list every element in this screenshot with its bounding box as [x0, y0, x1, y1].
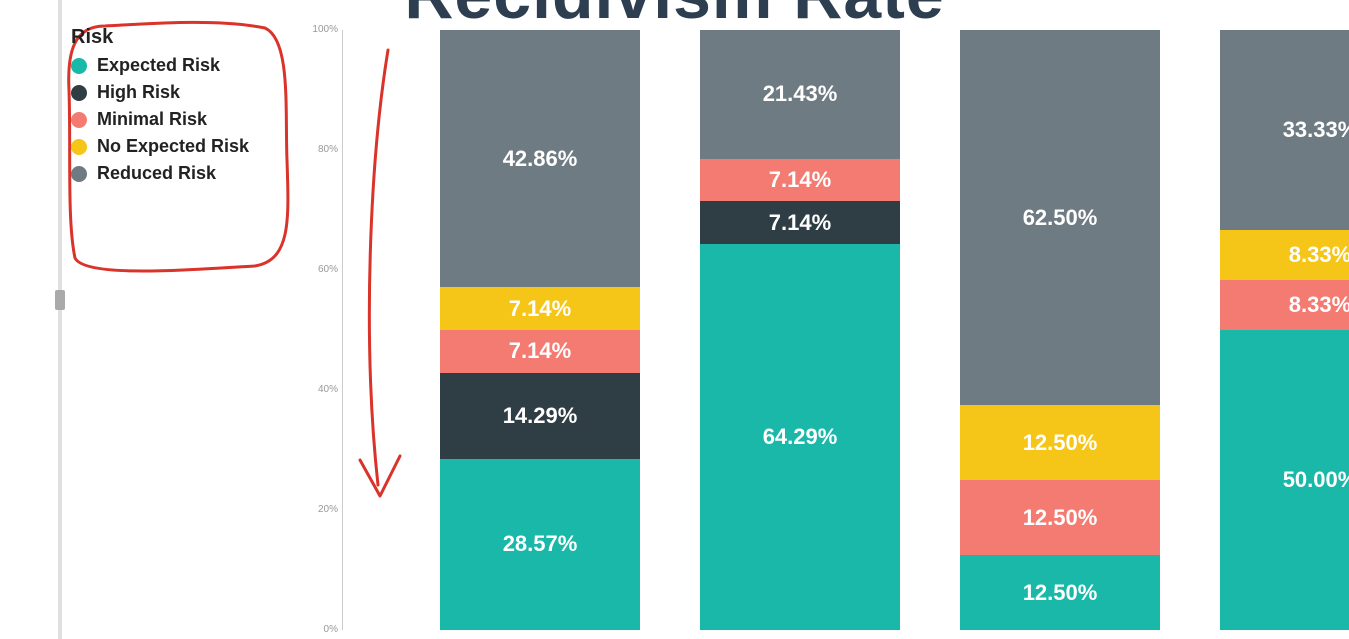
bar-segment-high-risk[interactable]: 14.29% [440, 373, 640, 459]
bar-column: 12.50% 12.50% 12.50% 62.50% [960, 30, 1160, 630]
y-axis-tick: 20% [300, 504, 338, 515]
bar-segment-label: 8.33% [1289, 242, 1349, 268]
bar-segment-label: 14.29% [503, 403, 578, 429]
y-axis-line [342, 30, 343, 630]
bar-segment-minimal-risk[interactable]: 7.14% [700, 159, 900, 202]
bar-segment-label: 33.33% [1283, 117, 1349, 143]
bar-segment-expected-risk[interactable]: 28.57% [440, 459, 640, 630]
bar-segment-label: 28.57% [503, 531, 578, 557]
bar-segment-label: 42.86% [503, 146, 578, 172]
legend-swatch-icon [71, 139, 87, 155]
bar-segment-label: 7.14% [769, 210, 831, 236]
legend-item-minimal-risk[interactable]: Minimal Risk [71, 109, 249, 130]
legend-swatch-icon [71, 166, 87, 182]
bar-segment-minimal-risk[interactable]: 12.50% [960, 480, 1160, 555]
bar-segment-label: 62.50% [1023, 205, 1098, 231]
legend-item-high-risk[interactable]: High Risk [71, 82, 249, 103]
bar-segment-label: 12.50% [1023, 505, 1098, 531]
legend-label: No Expected Risk [97, 136, 249, 157]
legend-container: Risk Expected Risk High Risk Minimal Risk N… [65, 20, 295, 275]
bar-segment-expected-risk[interactable]: 12.50% [960, 555, 1160, 630]
bar-segment-reduced-risk[interactable]: 33.33% [1220, 30, 1349, 230]
legend-label: Expected Risk [97, 55, 220, 76]
bar-segment-label: 64.29% [763, 424, 838, 450]
bar-segment-label: 50.00% [1283, 467, 1349, 493]
bar-segment-label: 7.14% [509, 338, 571, 364]
legend-label: Minimal Risk [97, 109, 207, 130]
bar-column: 50.00% 8.33% 8.33% 33.33% [1220, 30, 1349, 630]
bar-segment-label: 21.43% [763, 81, 838, 107]
bar-segment-label: 12.50% [1023, 430, 1098, 456]
y-axis-tick: 40% [300, 384, 338, 395]
y-axis-tick: 80% [300, 144, 338, 155]
bar-segment-high-risk[interactable]: 7.14% [700, 201, 900, 244]
bar-segment-label: 12.50% [1023, 580, 1098, 606]
bar-segment-expected-risk[interactable]: 64.29% [700, 244, 900, 630]
legend-swatch-icon [71, 85, 87, 101]
legend-item-reduced-risk[interactable]: Reduced Risk [71, 163, 249, 184]
y-axis-tick: 0% [300, 624, 338, 635]
bar-segment-no-expected-risk[interactable]: 7.14% [440, 287, 640, 330]
legend-label: Reduced Risk [97, 163, 216, 184]
bar-segment-label: 7.14% [509, 296, 571, 322]
bar-column: 64.29% 7.14% 7.14% 21.43% [700, 30, 900, 630]
bar-segment-no-expected-risk[interactable]: 8.33% [1220, 230, 1349, 280]
bar-segment-reduced-risk[interactable]: 62.50% [960, 30, 1160, 405]
bar-segment-minimal-risk[interactable]: 8.33% [1220, 280, 1349, 330]
bar-segment-label: 7.14% [769, 167, 831, 193]
bar-segment-reduced-risk[interactable]: 21.43% [700, 30, 900, 159]
legend: Risk Expected Risk High Risk Minimal Risk N… [71, 26, 249, 190]
bar-segment-no-expected-risk[interactable]: 12.50% [960, 405, 1160, 480]
bar-segment-label: 8.33% [1289, 292, 1349, 318]
splitter-handle[interactable] [55, 290, 65, 310]
vertical-divider [58, 0, 62, 639]
legend-label: High Risk [97, 82, 180, 103]
legend-item-no-expected-risk[interactable]: No Expected Risk [71, 136, 249, 157]
y-axis-tick: 100% [300, 24, 338, 35]
bar-segment-minimal-risk[interactable]: 7.14% [440, 330, 640, 373]
y-axis-tick: 60% [300, 264, 338, 275]
stacked-bar-chart: 0%20%40%60%80%100% 28.57%14.29%7.14%7.14… [300, 30, 1349, 630]
bar-segment-expected-risk[interactable]: 50.00% [1220, 330, 1349, 630]
legend-swatch-icon [71, 58, 87, 74]
legend-swatch-icon [71, 112, 87, 128]
bar-column: 28.57% 14.29% 7.14% 7.14% 42.86% [440, 30, 640, 630]
legend-item-expected-risk[interactable]: Expected Risk [71, 55, 249, 76]
legend-title: Risk [71, 26, 249, 49]
bar-segment-reduced-risk[interactable]: 42.86% [440, 30, 640, 287]
